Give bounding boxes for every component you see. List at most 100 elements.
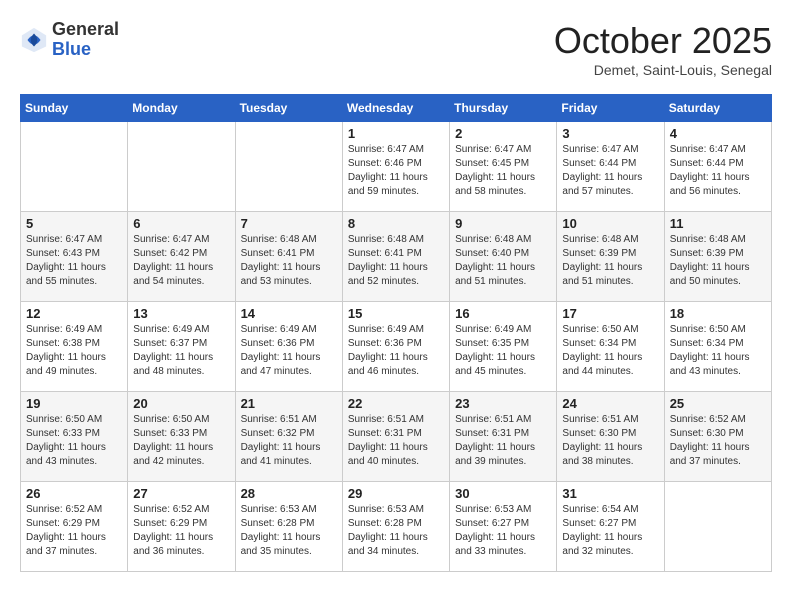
day-number: 18 (670, 306, 766, 321)
weekday-header: Saturday (664, 95, 771, 122)
calendar-table: SundayMondayTuesdayWednesdayThursdayFrid… (20, 94, 772, 572)
calendar-cell: 23 Sunrise: 6:51 AM Sunset: 6:31 PM Dayli… (450, 392, 557, 482)
day-number: 30 (455, 486, 551, 501)
day-number: 28 (241, 486, 337, 501)
calendar-cell: 27Sunrise: 6:52 AM Sunset: 6:29 PM Dayli… (128, 482, 235, 572)
calendar-cell: 2Sunrise: 6:47 AM Sunset: 6:45 PM Daylig… (450, 122, 557, 212)
day-number: 29 (348, 486, 444, 501)
day-info: Sunrise: 6:48 AM Sunset: 6:39 PM Dayligh… (670, 233, 766, 289)
calendar-cell (235, 122, 342, 212)
day-info: Sunrise: 6:50 AM Sunset: 6:34 PM Dayligh… (670, 323, 766, 379)
day-number: 13 (133, 306, 229, 321)
calendar-cell: 16Sunrise: 6:49 AM Sunset: 6:35 PM Dayli… (450, 302, 557, 392)
day-info: Sunrise: 6:53 AM Sunset: 6:28 PM Dayligh… (348, 503, 444, 559)
weekday-header: Sunday (21, 95, 128, 122)
calendar-cell: 18 Sunrise: 6:50 AM Sunset: 6:34 PM Dayli… (664, 302, 771, 392)
day-info: Sunrise: 6:47 AM Sunset: 6:42 PM Dayligh… (133, 233, 229, 289)
weekday-row: SundayMondayTuesdayWednesdayThursdayFrid… (21, 95, 772, 122)
logo-text: General Blue (52, 20, 119, 60)
day-number: 24 (562, 396, 658, 411)
calendar-cell: 9Sunrise: 6:48 AM Sunset: 6:40 PM Daylig… (450, 212, 557, 302)
calendar-cell: 24 Sunrise: 6:51 AM Sunset: 6:30 PM Dayli… (557, 392, 664, 482)
calendar-cell: 19 Sunrise: 6:50 AM Sunset: 6:33 PM Dayli… (21, 392, 128, 482)
day-info: Sunrise: 6:49 AM Sunset: 6:38 PM Dayligh… (26, 323, 122, 379)
calendar-cell: 14 Sunrise: 6:49 AM Sunset: 6:36 PM Dayli… (235, 302, 342, 392)
calendar-cell: 12 Sunrise: 6:49 AM Sunset: 6:38 PM Dayli… (21, 302, 128, 392)
day-info: Sunrise: 6:48 AM Sunset: 6:41 PM Dayligh… (348, 233, 444, 289)
calendar-cell: 11 Sunrise: 6:48 AM Sunset: 6:39 PM Dayli… (664, 212, 771, 302)
calendar-cell: 5 Sunrise: 6:47 AM Sunset: 6:43 PM Daylig… (21, 212, 128, 302)
calendar-cell (21, 122, 128, 212)
location: Demet, Saint-Louis, Senegal (554, 62, 772, 78)
day-info: Sunrise: 6:48 AM Sunset: 6:41 PM Dayligh… (241, 233, 337, 289)
day-number: 5 (26, 216, 122, 231)
day-number: 23 (455, 396, 551, 411)
calendar-cell: 15 Sunrise: 6:49 AM Sunset: 6:36 PM Dayli… (342, 302, 449, 392)
day-info: Sunrise: 6:51 AM Sunset: 6:31 PM Dayligh… (455, 413, 551, 469)
day-info: Sunrise: 6:52 AM Sunset: 6:30 PM Dayligh… (670, 413, 766, 469)
day-number: 31 (562, 486, 658, 501)
calendar-week-row: 12 Sunrise: 6:49 AM Sunset: 6:38 PM Dayli… (21, 302, 772, 392)
day-info: Sunrise: 6:49 AM Sunset: 6:37 PM Dayligh… (133, 323, 229, 379)
calendar-cell: 22Sunrise: 6:51 AM Sunset: 6:31 PM Dayli… (342, 392, 449, 482)
day-number: 7 (241, 216, 337, 231)
day-info: Sunrise: 6:47 AM Sunset: 6:46 PM Dayligh… (348, 143, 444, 199)
day-info: Sunrise: 6:48 AM Sunset: 6:40 PM Dayligh… (455, 233, 551, 289)
day-info: Sunrise: 6:52 AM Sunset: 6:29 PM Dayligh… (133, 503, 229, 559)
calendar-cell (664, 482, 771, 572)
calendar-cell: 29 Sunrise: 6:53 AM Sunset: 6:28 PM Dayli… (342, 482, 449, 572)
calendar-cell: 31Sunrise: 6:54 AM Sunset: 6:27 PM Dayli… (557, 482, 664, 572)
calendar-cell: 26 Sunrise: 6:52 AM Sunset: 6:29 PM Dayli… (21, 482, 128, 572)
day-info: Sunrise: 6:49 AM Sunset: 6:36 PM Dayligh… (348, 323, 444, 379)
calendar-cell: 13 Sunrise: 6:49 AM Sunset: 6:37 PM Dayli… (128, 302, 235, 392)
day-number: 26 (26, 486, 122, 501)
day-number: 20 (133, 396, 229, 411)
day-number: 12 (26, 306, 122, 321)
day-number: 17 (562, 306, 658, 321)
calendar-cell: 21Sunrise: 6:51 AM Sunset: 6:32 PM Dayli… (235, 392, 342, 482)
day-number: 25 (670, 396, 766, 411)
day-info: Sunrise: 6:48 AM Sunset: 6:39 PM Dayligh… (562, 233, 658, 289)
calendar-cell: 7 Sunrise: 6:48 AM Sunset: 6:41 PM Daylig… (235, 212, 342, 302)
calendar-week-row: 26 Sunrise: 6:52 AM Sunset: 6:29 PM Dayli… (21, 482, 772, 572)
day-info: Sunrise: 6:50 AM Sunset: 6:33 PM Dayligh… (26, 413, 122, 469)
day-number: 15 (348, 306, 444, 321)
day-number: 21 (241, 396, 337, 411)
day-info: Sunrise: 6:50 AM Sunset: 6:34 PM Dayligh… (562, 323, 658, 379)
day-number: 11 (670, 216, 766, 231)
day-info: Sunrise: 6:47 AM Sunset: 6:44 PM Dayligh… (562, 143, 658, 199)
day-info: Sunrise: 6:50 AM Sunset: 6:33 PM Dayligh… (133, 413, 229, 469)
day-number: 4 (670, 126, 766, 141)
day-number: 16 (455, 306, 551, 321)
calendar-cell: 17 Sunrise: 6:50 AM Sunset: 6:34 PM Dayli… (557, 302, 664, 392)
day-info: Sunrise: 6:47 AM Sunset: 6:44 PM Dayligh… (670, 143, 766, 199)
day-number: 6 (133, 216, 229, 231)
day-number: 19 (26, 396, 122, 411)
day-info: Sunrise: 6:53 AM Sunset: 6:28 PM Dayligh… (241, 503, 337, 559)
calendar-body: 1Sunrise: 6:47 AM Sunset: 6:46 PM Daylig… (21, 122, 772, 572)
calendar-cell (128, 122, 235, 212)
day-number: 14 (241, 306, 337, 321)
calendar-cell: 4 Sunrise: 6:47 AM Sunset: 6:44 PM Daylig… (664, 122, 771, 212)
calendar-cell: 20 Sunrise: 6:50 AM Sunset: 6:33 PM Dayli… (128, 392, 235, 482)
calendar-cell: 3Sunrise: 6:47 AM Sunset: 6:44 PM Daylig… (557, 122, 664, 212)
day-info: Sunrise: 6:49 AM Sunset: 6:36 PM Dayligh… (241, 323, 337, 379)
calendar-week-row: 19 Sunrise: 6:50 AM Sunset: 6:33 PM Dayli… (21, 392, 772, 482)
day-info: Sunrise: 6:51 AM Sunset: 6:30 PM Dayligh… (562, 413, 658, 469)
calendar-cell: 6 Sunrise: 6:47 AM Sunset: 6:42 PM Daylig… (128, 212, 235, 302)
calendar-cell: 8Sunrise: 6:48 AM Sunset: 6:41 PM Daylig… (342, 212, 449, 302)
weekday-header: Wednesday (342, 95, 449, 122)
calendar-cell: 30 Sunrise: 6:53 AM Sunset: 6:27 PM Dayli… (450, 482, 557, 572)
calendar-cell: 1Sunrise: 6:47 AM Sunset: 6:46 PM Daylig… (342, 122, 449, 212)
day-info: Sunrise: 6:53 AM Sunset: 6:27 PM Dayligh… (455, 503, 551, 559)
weekday-header: Friday (557, 95, 664, 122)
weekday-header: Monday (128, 95, 235, 122)
title-block: October 2025 Demet, Saint-Louis, Senegal (554, 20, 772, 78)
day-info: Sunrise: 6:47 AM Sunset: 6:45 PM Dayligh… (455, 143, 551, 199)
calendar-cell: 10Sunrise: 6:48 AM Sunset: 6:39 PM Dayli… (557, 212, 664, 302)
day-info: Sunrise: 6:52 AM Sunset: 6:29 PM Dayligh… (26, 503, 122, 559)
page-header: General Blue October 2025 Demet, Saint-L… (20, 20, 772, 78)
day-info: Sunrise: 6:47 AM Sunset: 6:43 PM Dayligh… (26, 233, 122, 289)
calendar-week-row: 5 Sunrise: 6:47 AM Sunset: 6:43 PM Daylig… (21, 212, 772, 302)
calendar-header: SundayMondayTuesdayWednesdayThursdayFrid… (21, 95, 772, 122)
